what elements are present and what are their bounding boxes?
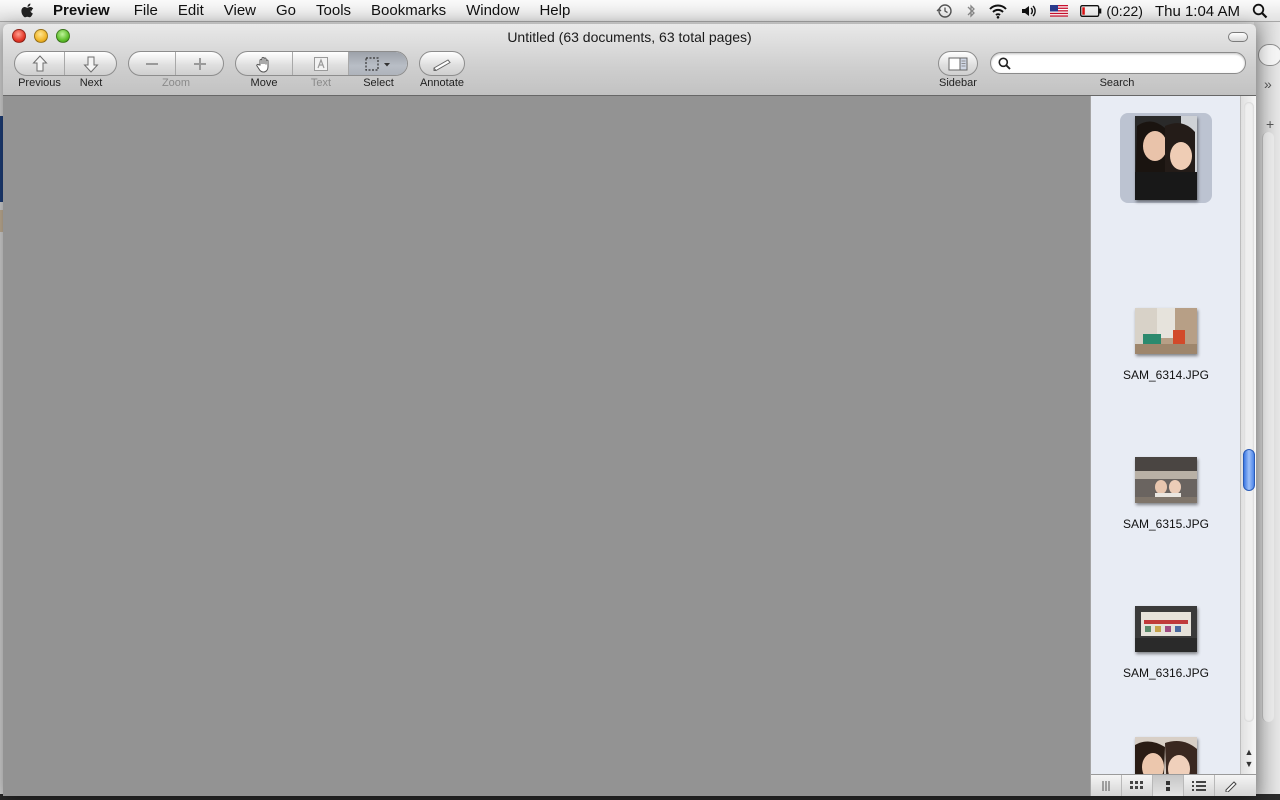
zoom-in-button[interactable] [176, 52, 223, 75]
time-machine-icon[interactable] [936, 3, 954, 19]
next-button[interactable] [65, 52, 116, 75]
volume-icon[interactable] [1020, 3, 1038, 19]
annotate-button[interactable] [420, 52, 464, 75]
document-view[interactable] [3, 96, 1090, 796]
thumbnail-caption: SAM_6316.JPG [1122, 666, 1210, 680]
text-tool-icon [313, 56, 328, 71]
thumbnail-sidebar: SAM_6314.JPG SAM_6315.JPG SAM_6316.JPG ▲… [1090, 96, 1256, 796]
next-label: Next [79, 77, 103, 89]
sidebar-group [938, 51, 978, 76]
background-toolbar-button [1258, 44, 1280, 66]
menu-extras: (0:22) Thu 1:04 AM [936, 0, 1280, 22]
text-tool-button[interactable] [293, 52, 349, 75]
menu-window[interactable]: Window [456, 0, 529, 22]
annotate-group [419, 51, 465, 76]
thumbnail-image [1135, 457, 1197, 503]
down-arrow-icon [82, 56, 99, 73]
background-overflow-chevron-icon: » [1264, 76, 1272, 92]
search-input[interactable] [1017, 56, 1237, 70]
menu-bookmarks[interactable]: Bookmarks [361, 0, 456, 22]
background-plus-icon: + [1266, 116, 1275, 132]
thumbnail-image [1135, 606, 1197, 652]
apple-menu-icon[interactable] [19, 2, 37, 20]
menu-file[interactable]: File [124, 0, 168, 22]
menu-go[interactable]: Go [266, 0, 306, 22]
thumbnail-item[interactable]: SAM_6315.JPG [1091, 457, 1241, 531]
menu-view[interactable]: View [214, 0, 266, 22]
tool-mode-group [235, 51, 408, 76]
preview-window: Untitled (63 documents, 63 total pages) … [3, 24, 1256, 796]
previous-next-group [14, 51, 117, 76]
menu-help[interactable]: Help [529, 0, 580, 22]
menu-tools[interactable]: Tools [306, 0, 361, 22]
thumbnail-list: SAM_6314.JPG SAM_6315.JPG SAM_6316.JPG [1091, 96, 1241, 774]
zoom-group [128, 51, 224, 76]
sidebar-icon [948, 57, 968, 70]
thumbnail-item[interactable] [1091, 113, 1241, 217]
clock[interactable]: Thu 1:04 AM [1155, 3, 1240, 20]
plus-icon [193, 57, 206, 70]
thumbnail-selection [1120, 113, 1212, 203]
thumbnail-image [1135, 116, 1197, 200]
search-icon [998, 57, 1011, 70]
battery-status[interactable]: (0:22) [1080, 3, 1143, 19]
menu-bar: Preview File Edit View Go Tools Bookmark… [0, 0, 1280, 22]
thumbnail-item[interactable] [1091, 737, 1241, 774]
scroll-thumb[interactable] [1243, 448, 1255, 491]
text-label: Text [310, 77, 332, 89]
minus-icon [146, 62, 158, 65]
background-window-right-edge: » + [1254, 22, 1280, 800]
thumbnail-item[interactable]: SAM_6314.JPG [1091, 308, 1241, 382]
pencil-icon [433, 58, 451, 71]
select-tool-button[interactable] [348, 52, 407, 75]
search-field[interactable] [990, 52, 1246, 74]
input-flag-icon[interactable] [1050, 5, 1069, 17]
contact-sheet-view-icon[interactable] [1122, 774, 1153, 796]
table-of-contents-view-icon[interactable] [1184, 774, 1215, 796]
hand-icon [256, 56, 269, 73]
battery-icon [1080, 5, 1102, 17]
move-label: Move [250, 77, 278, 89]
spotlight-icon[interactable] [1252, 3, 1268, 19]
resize-handle-icon[interactable] [1091, 774, 1122, 796]
previous-button[interactable] [15, 52, 66, 75]
menu-app-name[interactable]: Preview [53, 0, 124, 22]
thumbnail-image [1135, 737, 1197, 774]
search-label: Search [1099, 77, 1135, 89]
up-arrow-icon [31, 54, 48, 71]
background-scrollbar [1262, 132, 1274, 722]
title-bar: Untitled (63 documents, 63 total pages) … [3, 24, 1256, 96]
thumbnail-frame [1091, 457, 1241, 503]
marquee-select-icon [365, 56, 390, 71]
sidebar-toggle-button[interactable] [939, 52, 977, 75]
thumbnail-frame [1091, 308, 1241, 354]
scroll-track[interactable] [1244, 102, 1254, 722]
move-tool-button[interactable] [236, 52, 294, 75]
sidebar-scrollbar[interactable]: ▲ ▼ [1240, 96, 1256, 774]
select-label: Select [363, 77, 394, 89]
wifi-icon[interactable] [988, 4, 1008, 19]
thumbnail-image [1135, 308, 1197, 354]
window-title: Untitled (63 documents, 63 total pages) [507, 29, 752, 45]
toolbar-toggle-button[interactable] [1228, 32, 1248, 42]
scroll-arrows[interactable]: ▲ ▼ [1241, 746, 1256, 770]
menu-edit[interactable]: Edit [168, 0, 214, 22]
sidebar-view-bar [1091, 774, 1256, 796]
annotations-view-icon[interactable] [1215, 775, 1246, 797]
thumbnail-item[interactable]: SAM_6316.JPG [1091, 606, 1241, 680]
scroll-up-arrow-icon[interactable]: ▲ [1241, 746, 1256, 758]
thumbnail-caption: SAM_6315.JPG [1122, 517, 1210, 531]
battery-time: (0:22) [1106, 3, 1143, 19]
zoom-label: Zoom [161, 77, 191, 89]
thumbnail-frame [1091, 606, 1241, 652]
previous-label: Previous [18, 77, 61, 89]
annotate-label: Annotate [419, 77, 465, 89]
scroll-down-arrow-icon[interactable]: ▼ [1241, 758, 1256, 770]
thumbnail-caption: SAM_6314.JPG [1122, 368, 1210, 382]
thumbnail-view-icon[interactable] [1153, 774, 1184, 796]
zoom-out-button[interactable] [129, 52, 177, 75]
sidebar-label: Sidebar [939, 77, 977, 89]
bluetooth-icon[interactable] [966, 3, 976, 19]
thumbnail-frame [1091, 737, 1241, 774]
